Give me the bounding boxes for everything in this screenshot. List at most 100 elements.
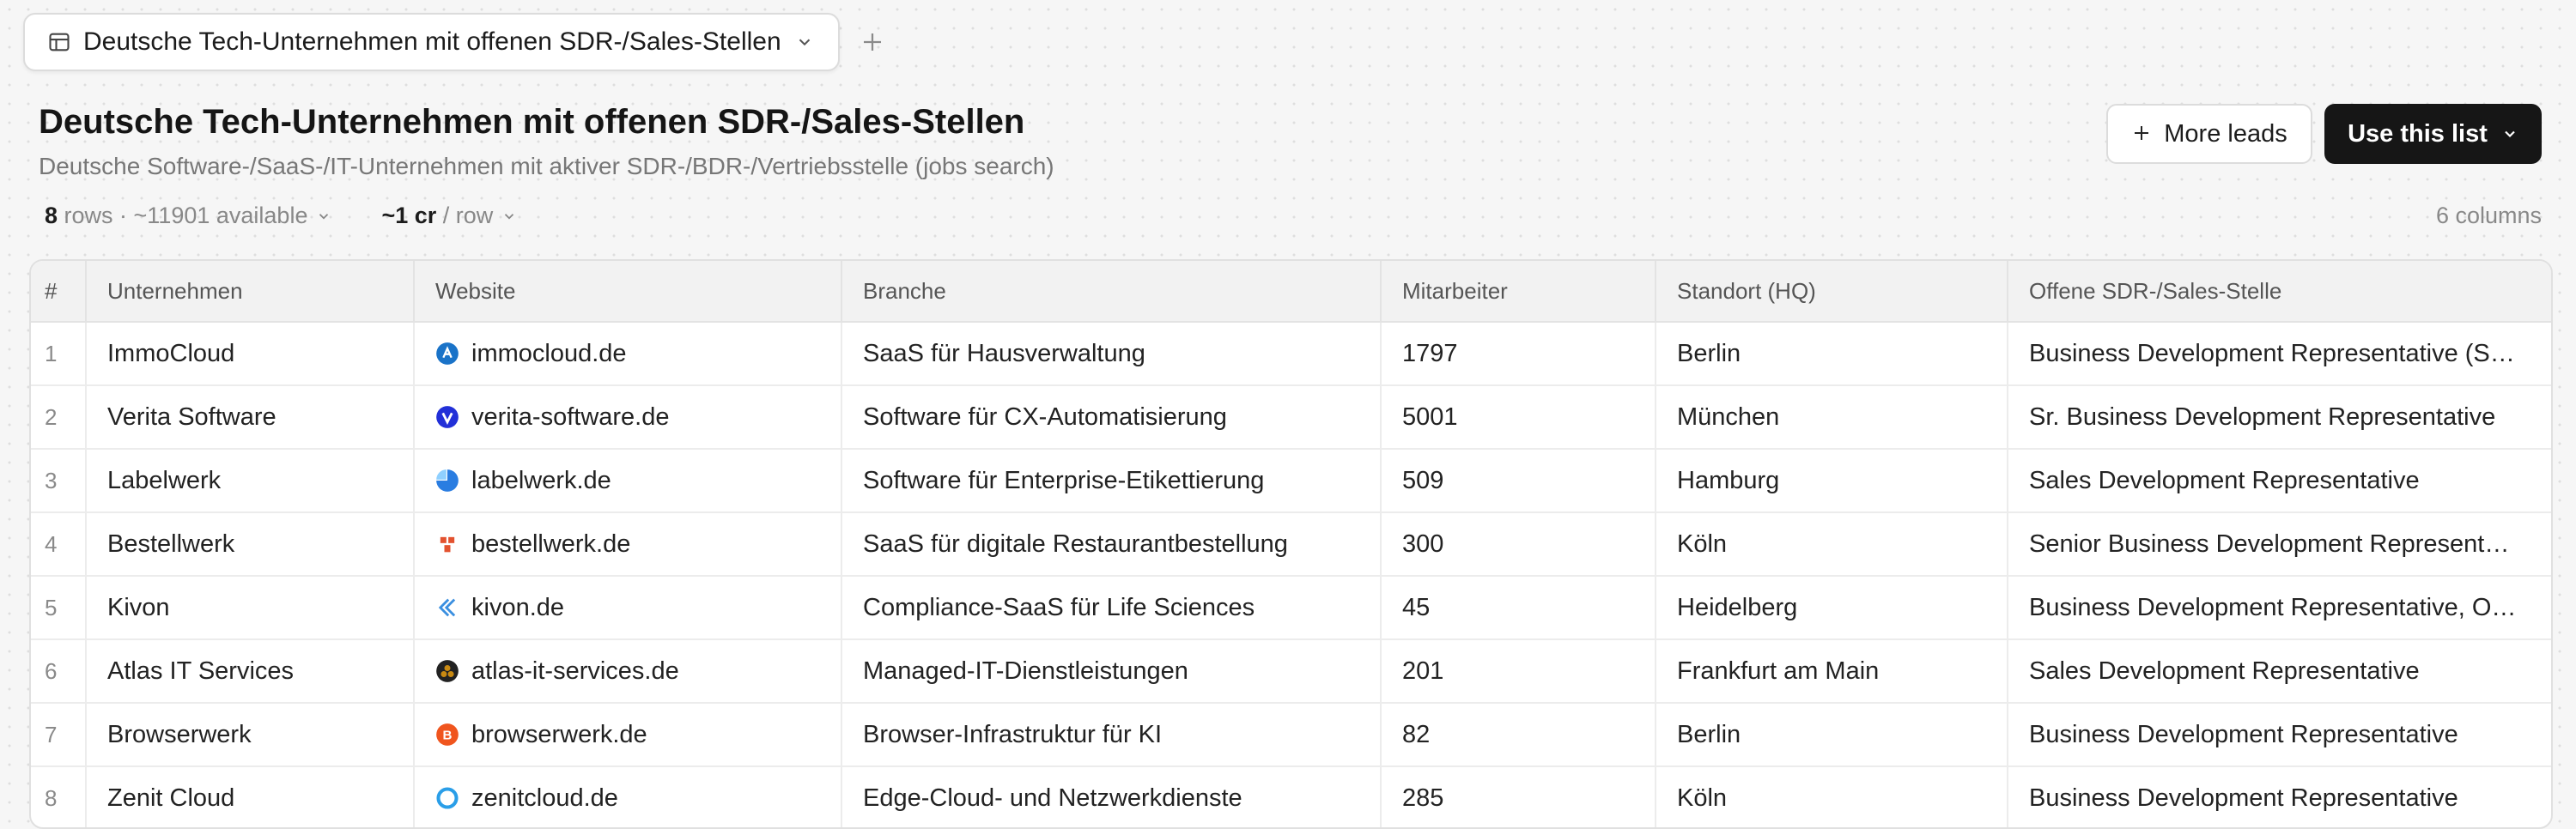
website-cell[interactable]: verita-software.de xyxy=(414,385,842,450)
industry-cell[interactable]: SaaS für digitale Restaurantbestellung xyxy=(841,512,1382,577)
plus-icon xyxy=(863,33,881,51)
table-row[interactable]: 2 Verita Software verita-software.de Sof… xyxy=(31,385,2551,450)
company-cell[interactable]: Verita Software xyxy=(86,385,415,450)
more-leads-label: More leads xyxy=(2164,119,2287,148)
plus-icon xyxy=(2131,119,2152,148)
table-header-row: # Unternehmen Website Branche Mitarbeite… xyxy=(31,261,2551,323)
website-cell[interactable]: B browserwerk.de xyxy=(414,703,842,767)
table-row[interactable]: 1 ImmoCloud immocloud.de SaaS für Hausve… xyxy=(31,322,2551,386)
immocloud-favicon-icon xyxy=(435,342,459,366)
company-cell[interactable]: Kivon xyxy=(86,576,415,640)
employees-cell[interactable]: 45 xyxy=(1381,576,1656,640)
use-this-list-label: Use this list xyxy=(2348,119,2488,148)
company-cell[interactable]: Zenit Cloud xyxy=(86,766,415,827)
add-tab-button[interactable] xyxy=(855,25,890,59)
hq-cell[interactable]: Köln xyxy=(1656,512,2008,577)
industry-cell[interactable]: Software für CX-Automatisierung xyxy=(841,385,1382,450)
svg-text:B: B xyxy=(443,728,453,742)
employees-cell[interactable]: 5001 xyxy=(1381,385,1656,450)
website-link[interactable]: kivon.de xyxy=(471,594,564,622)
column-header-open-role[interactable]: Offene SDR-/Sales-Stelle xyxy=(2008,261,2551,323)
website-cell[interactable]: labelwerk.de xyxy=(414,449,842,513)
hq-cell[interactable]: Berlin xyxy=(1656,322,2008,386)
employees-cell[interactable]: 1797 xyxy=(1381,322,1656,386)
industry-cell[interactable]: Browser-Infrastruktur für KI xyxy=(841,703,1382,767)
hq-cell[interactable]: Köln xyxy=(1656,766,2008,827)
column-header-industry[interactable]: Branche xyxy=(841,261,1382,323)
table-row[interactable]: 7 Browserwerk B browserwerk.de Browser-I… xyxy=(31,703,2551,767)
browserwerk-favicon-icon: B xyxy=(435,723,459,747)
employees-cell[interactable]: 82 xyxy=(1381,703,1656,767)
cost-selector[interactable]: ~1 cr / row xyxy=(381,203,517,229)
cost-value: ~1 cr xyxy=(381,203,437,228)
employees-cell[interactable]: 300 xyxy=(1381,512,1656,577)
hq-cell[interactable]: Hamburg xyxy=(1656,449,2008,513)
rows-label: rows · ~11901 available xyxy=(58,203,308,228)
chevron-down-icon xyxy=(501,209,517,224)
cost-label: / row xyxy=(436,203,494,228)
website-link[interactable]: browserwerk.de xyxy=(471,721,647,749)
table-row[interactable]: 3 Labelwerk labelwerk.de Software für En… xyxy=(31,449,2551,513)
company-cell[interactable]: Atlas IT Services xyxy=(86,639,415,704)
open-role-cell[interactable]: Business Development Representative (S… xyxy=(2008,322,2551,386)
table-row[interactable]: 8 Zenit Cloud zenitcloud.de Edge-Cloud- … xyxy=(31,766,2551,827)
industry-cell[interactable]: Compliance-SaaS für Life Sciences xyxy=(841,576,1382,640)
column-header-employees[interactable]: Mitarbeiter xyxy=(1381,261,1656,323)
column-header-website[interactable]: Website xyxy=(414,261,842,323)
list-meta: 8 rows · ~11901 available ~1 cr / row xyxy=(45,203,517,229)
row-index: 5 xyxy=(31,576,87,640)
employees-cell[interactable]: 509 xyxy=(1381,449,1656,513)
open-role-cell[interactable]: Sr. Business Development Representative xyxy=(2008,385,2551,450)
tab-active-list[interactable]: Deutsche Tech-Unternehmen mit offenen SD… xyxy=(23,13,840,71)
industry-cell[interactable]: Software für Enterprise-Etikettierung xyxy=(841,449,1382,513)
rows-selector[interactable]: 8 rows · ~11901 available xyxy=(45,203,331,229)
website-link[interactable]: bestellwerk.de xyxy=(471,530,630,559)
open-role-cell[interactable]: Business Development Representative, O… xyxy=(2008,576,2551,640)
hq-cell[interactable]: Frankfurt am Main xyxy=(1656,639,2008,704)
use-this-list-button[interactable]: Use this list xyxy=(2324,104,2542,164)
industry-cell[interactable]: SaaS für Hausverwaltung xyxy=(841,322,1382,386)
page-title: Deutsche Tech-Unternehmen mit offenen SD… xyxy=(39,103,1025,141)
open-role-cell[interactable]: Business Development Representative xyxy=(2008,703,2551,767)
website-link[interactable]: atlas-it-services.de xyxy=(471,657,679,686)
website-link[interactable]: immocloud.de xyxy=(471,340,627,368)
row-index: 6 xyxy=(31,639,87,704)
website-cell[interactable]: bestellwerk.de xyxy=(414,512,842,577)
column-header-hq[interactable]: Standort (HQ) xyxy=(1656,261,2008,323)
website-link[interactable]: verita-software.de xyxy=(471,403,670,432)
website-cell[interactable]: atlas-it-services.de xyxy=(414,639,842,704)
website-cell[interactable]: kivon.de xyxy=(414,576,842,640)
hq-cell[interactable]: Berlin xyxy=(1656,703,2008,767)
website-link[interactable]: zenitcloud.de xyxy=(471,784,618,813)
table-row[interactable]: 5 Kivon kivon.de Compliance-SaaS für Lif… xyxy=(31,576,2551,640)
chevron-down-icon[interactable] xyxy=(795,33,814,51)
hq-cell[interactable]: Heidelberg xyxy=(1656,576,2008,640)
open-role-cell[interactable]: Business Development Representative xyxy=(2008,766,2551,827)
open-role-cell[interactable]: Senior Business Development Represent… xyxy=(2008,512,2551,577)
company-cell[interactable]: ImmoCloud xyxy=(86,322,415,386)
open-role-cell[interactable]: Sales Development Representative xyxy=(2008,449,2551,513)
open-role-cell[interactable]: Sales Development Representative xyxy=(2008,639,2551,704)
table-row[interactable]: 6 Atlas IT Services atlas-it-services.de… xyxy=(31,639,2551,704)
website-link[interactable]: labelwerk.de xyxy=(471,467,611,495)
employees-cell[interactable]: 201 xyxy=(1381,639,1656,704)
atlas-favicon-icon xyxy=(435,659,459,683)
website-cell[interactable]: zenitcloud.de xyxy=(414,766,842,827)
company-cell[interactable]: Browserwerk xyxy=(86,703,415,767)
industry-cell[interactable]: Managed-IT-Dienstleistungen xyxy=(841,639,1382,704)
column-header-company[interactable]: Unternehmen xyxy=(86,261,415,323)
hq-cell[interactable]: München xyxy=(1656,385,2008,450)
more-leads-button[interactable]: More leads xyxy=(2106,104,2312,164)
table-icon xyxy=(47,30,71,54)
industry-cell[interactable]: Edge-Cloud- und Netzwerkdienste xyxy=(841,766,1382,827)
tab-bar: Deutsche Tech-Unternehmen mit offenen SD… xyxy=(23,12,890,72)
verita-favicon-icon xyxy=(435,405,459,429)
table-row[interactable]: 4 Bestellwerk bestellwerk.de SaaS für di… xyxy=(31,512,2551,577)
website-cell[interactable]: immocloud.de xyxy=(414,322,842,386)
employees-cell[interactable]: 285 xyxy=(1381,766,1656,827)
rows-count: 8 xyxy=(45,203,58,228)
company-cell[interactable]: Labelwerk xyxy=(86,449,415,513)
company-cell[interactable]: Bestellwerk xyxy=(86,512,415,577)
column-header-index[interactable]: # xyxy=(31,261,87,323)
leads-table: # Unternehmen Website Branche Mitarbeite… xyxy=(29,259,2553,829)
